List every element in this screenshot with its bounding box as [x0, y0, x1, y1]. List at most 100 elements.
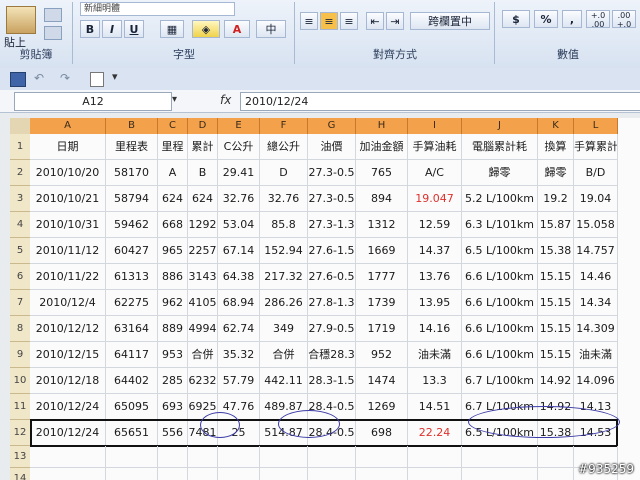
- column-header[interactable]: L: [574, 118, 618, 134]
- comma-button[interactable]: ,: [562, 10, 582, 28]
- increase-indent-icon[interactable]: ⇥: [386, 12, 404, 30]
- redo-icon[interactable]: ↷: [60, 71, 70, 85]
- cell[interactable]: [218, 468, 260, 480]
- cell[interactable]: 14.757: [574, 238, 618, 264]
- cell[interactable]: 765: [356, 160, 408, 186]
- column-header[interactable]: J: [462, 118, 538, 134]
- cell[interactable]: 手算累計: [574, 134, 618, 160]
- undo-icon[interactable]: ↶: [34, 71, 44, 85]
- row-header[interactable]: 12: [10, 420, 30, 446]
- cell[interactable]: 2010/10/21: [30, 186, 106, 212]
- cell[interactable]: D: [260, 160, 308, 186]
- print-preview-icon[interactable]: [90, 72, 104, 87]
- cell[interactable]: 60427: [106, 238, 158, 264]
- currency-button[interactable]: $: [502, 10, 530, 28]
- cell[interactable]: [30, 468, 106, 480]
- cell[interactable]: 油價: [308, 134, 356, 160]
- cell[interactable]: 1669: [356, 238, 408, 264]
- cell[interactable]: 27.8-1.3: [308, 290, 356, 316]
- font-color-button[interactable]: A: [224, 20, 250, 38]
- cell[interactable]: 1292: [188, 212, 218, 238]
- cell[interactable]: 14.309: [574, 316, 618, 342]
- row-header[interactable]: 1: [10, 134, 30, 160]
- cell[interactable]: [538, 446, 574, 468]
- cell[interactable]: 889: [158, 316, 188, 342]
- cell[interactable]: 1739: [356, 290, 408, 316]
- cell[interactable]: 68.94: [218, 290, 260, 316]
- cell[interactable]: 電腦累計耗: [462, 134, 538, 160]
- cell[interactable]: 27.6-0.5: [308, 264, 356, 290]
- cell[interactable]: 19.04: [574, 186, 618, 212]
- underline-button[interactable]: U: [124, 20, 144, 38]
- font-name-select[interactable]: 新細明體: [80, 2, 235, 16]
- cell[interactable]: 14.37: [408, 238, 462, 264]
- cell[interactable]: 13.3: [408, 368, 462, 394]
- row-header[interactable]: 11: [10, 394, 30, 420]
- cell[interactable]: [356, 468, 408, 480]
- cell[interactable]: 62.74: [218, 316, 260, 342]
- align-center-icon[interactable]: ≡: [320, 12, 338, 30]
- cell[interactable]: 6.5 L/100km: [462, 238, 538, 264]
- cell[interactable]: 15.15: [538, 316, 574, 342]
- cell[interactable]: 加油金額: [356, 134, 408, 160]
- cell[interactable]: 286.26: [260, 290, 308, 316]
- cell[interactable]: 4994: [188, 316, 218, 342]
- cell[interactable]: 6.6 L/100km: [462, 316, 538, 342]
- row-header[interactable]: 5: [10, 238, 30, 264]
- cell[interactable]: 6.6 L/100km: [462, 342, 538, 368]
- cell[interactable]: [106, 468, 158, 480]
- cell[interactable]: 965: [158, 238, 188, 264]
- fill-color-icon[interactable]: ◈: [192, 20, 220, 38]
- cell[interactable]: 29.41: [218, 160, 260, 186]
- cell[interactable]: 57.79: [218, 368, 260, 394]
- cell[interactable]: 15.38: [538, 238, 574, 264]
- cell[interactable]: 1719: [356, 316, 408, 342]
- cell[interactable]: [188, 446, 218, 468]
- cell[interactable]: 15.15: [538, 290, 574, 316]
- cell[interactable]: 58170: [106, 160, 158, 186]
- cell[interactable]: [158, 446, 188, 468]
- cell[interactable]: C公升: [218, 134, 260, 160]
- cell[interactable]: 14.34: [574, 290, 618, 316]
- cell[interactable]: 624: [188, 186, 218, 212]
- cell[interactable]: 14.16: [408, 316, 462, 342]
- cell[interactable]: 6.3 L/101km: [462, 212, 538, 238]
- cell[interactable]: 442.11: [260, 368, 308, 394]
- cell[interactable]: [218, 446, 260, 468]
- cell[interactable]: 886: [158, 264, 188, 290]
- cell[interactable]: [538, 468, 574, 480]
- cell[interactable]: A: [158, 160, 188, 186]
- cell[interactable]: 1269: [356, 394, 408, 420]
- cell[interactable]: 里程: [158, 134, 188, 160]
- cell[interactable]: 1312: [356, 212, 408, 238]
- cell[interactable]: 27.3-1.3: [308, 212, 356, 238]
- cell[interactable]: [260, 468, 308, 480]
- cell[interactable]: [188, 468, 218, 480]
- cell[interactable]: 2010/11/22: [30, 264, 106, 290]
- cell[interactable]: 1777: [356, 264, 408, 290]
- cell[interactable]: 累計: [188, 134, 218, 160]
- cell[interactable]: 合併: [260, 342, 308, 368]
- decrease-decimal-button[interactable]: .00 +.0: [612, 10, 636, 29]
- save-icon[interactable]: [10, 72, 26, 87]
- increase-decimal-button[interactable]: +.0 .00: [586, 10, 610, 29]
- cell[interactable]: 27.3-0.5: [308, 160, 356, 186]
- cell[interactable]: 953: [158, 342, 188, 368]
- cell[interactable]: 2010/10/31: [30, 212, 106, 238]
- cell[interactable]: 日期: [30, 134, 106, 160]
- select-all-corner[interactable]: [10, 118, 31, 134]
- column-header[interactable]: F: [260, 118, 308, 134]
- cell[interactable]: 64402: [106, 368, 158, 394]
- paste-icon[interactable]: [6, 6, 36, 34]
- cell[interactable]: 2010/12/4: [30, 290, 106, 316]
- cell[interactable]: 2010/12/24: [30, 394, 106, 420]
- cell[interactable]: [30, 446, 106, 468]
- cell[interactable]: 2010/12/18: [30, 368, 106, 394]
- cell[interactable]: [308, 446, 356, 468]
- cell[interactable]: 61313: [106, 264, 158, 290]
- cell[interactable]: 152.94: [260, 238, 308, 264]
- cell[interactable]: 14.92: [538, 368, 574, 394]
- cell[interactable]: 4105: [188, 290, 218, 316]
- cell[interactable]: 總公升: [260, 134, 308, 160]
- row-header[interactable]: 4: [10, 212, 30, 238]
